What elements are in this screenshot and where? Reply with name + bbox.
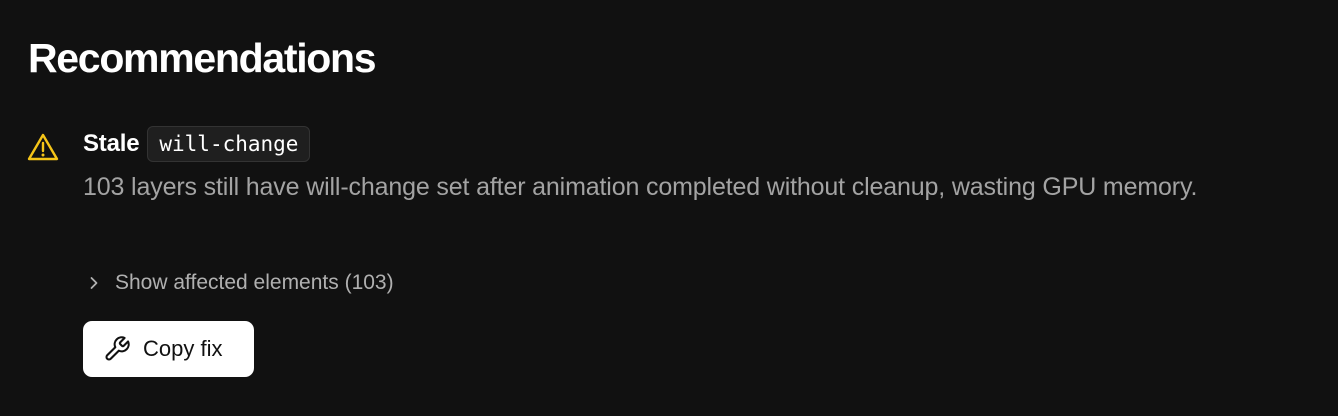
recommendation-title-text: Stale [83,130,140,157]
show-affected-elements-label: Show affected elements (103) [115,271,394,294]
copy-fix-button[interactable]: Copy fix [83,321,254,377]
recommendation-item: Stale will-change 103 layers still have … [0,0,1338,416]
chevron-right-icon [90,277,98,289]
recommendation-title: Stale will-change [83,125,311,163]
copy-fix-label: Copy fix [143,336,223,361]
code-chip: will-change [147,126,311,162]
show-affected-elements-toggle[interactable]: Show affected elements (103) [88,267,394,299]
recommendation-description: 103 layers still have will-change set af… [83,173,1198,201]
warning-triangle-icon [27,133,59,161]
wrench-icon [105,336,130,361]
